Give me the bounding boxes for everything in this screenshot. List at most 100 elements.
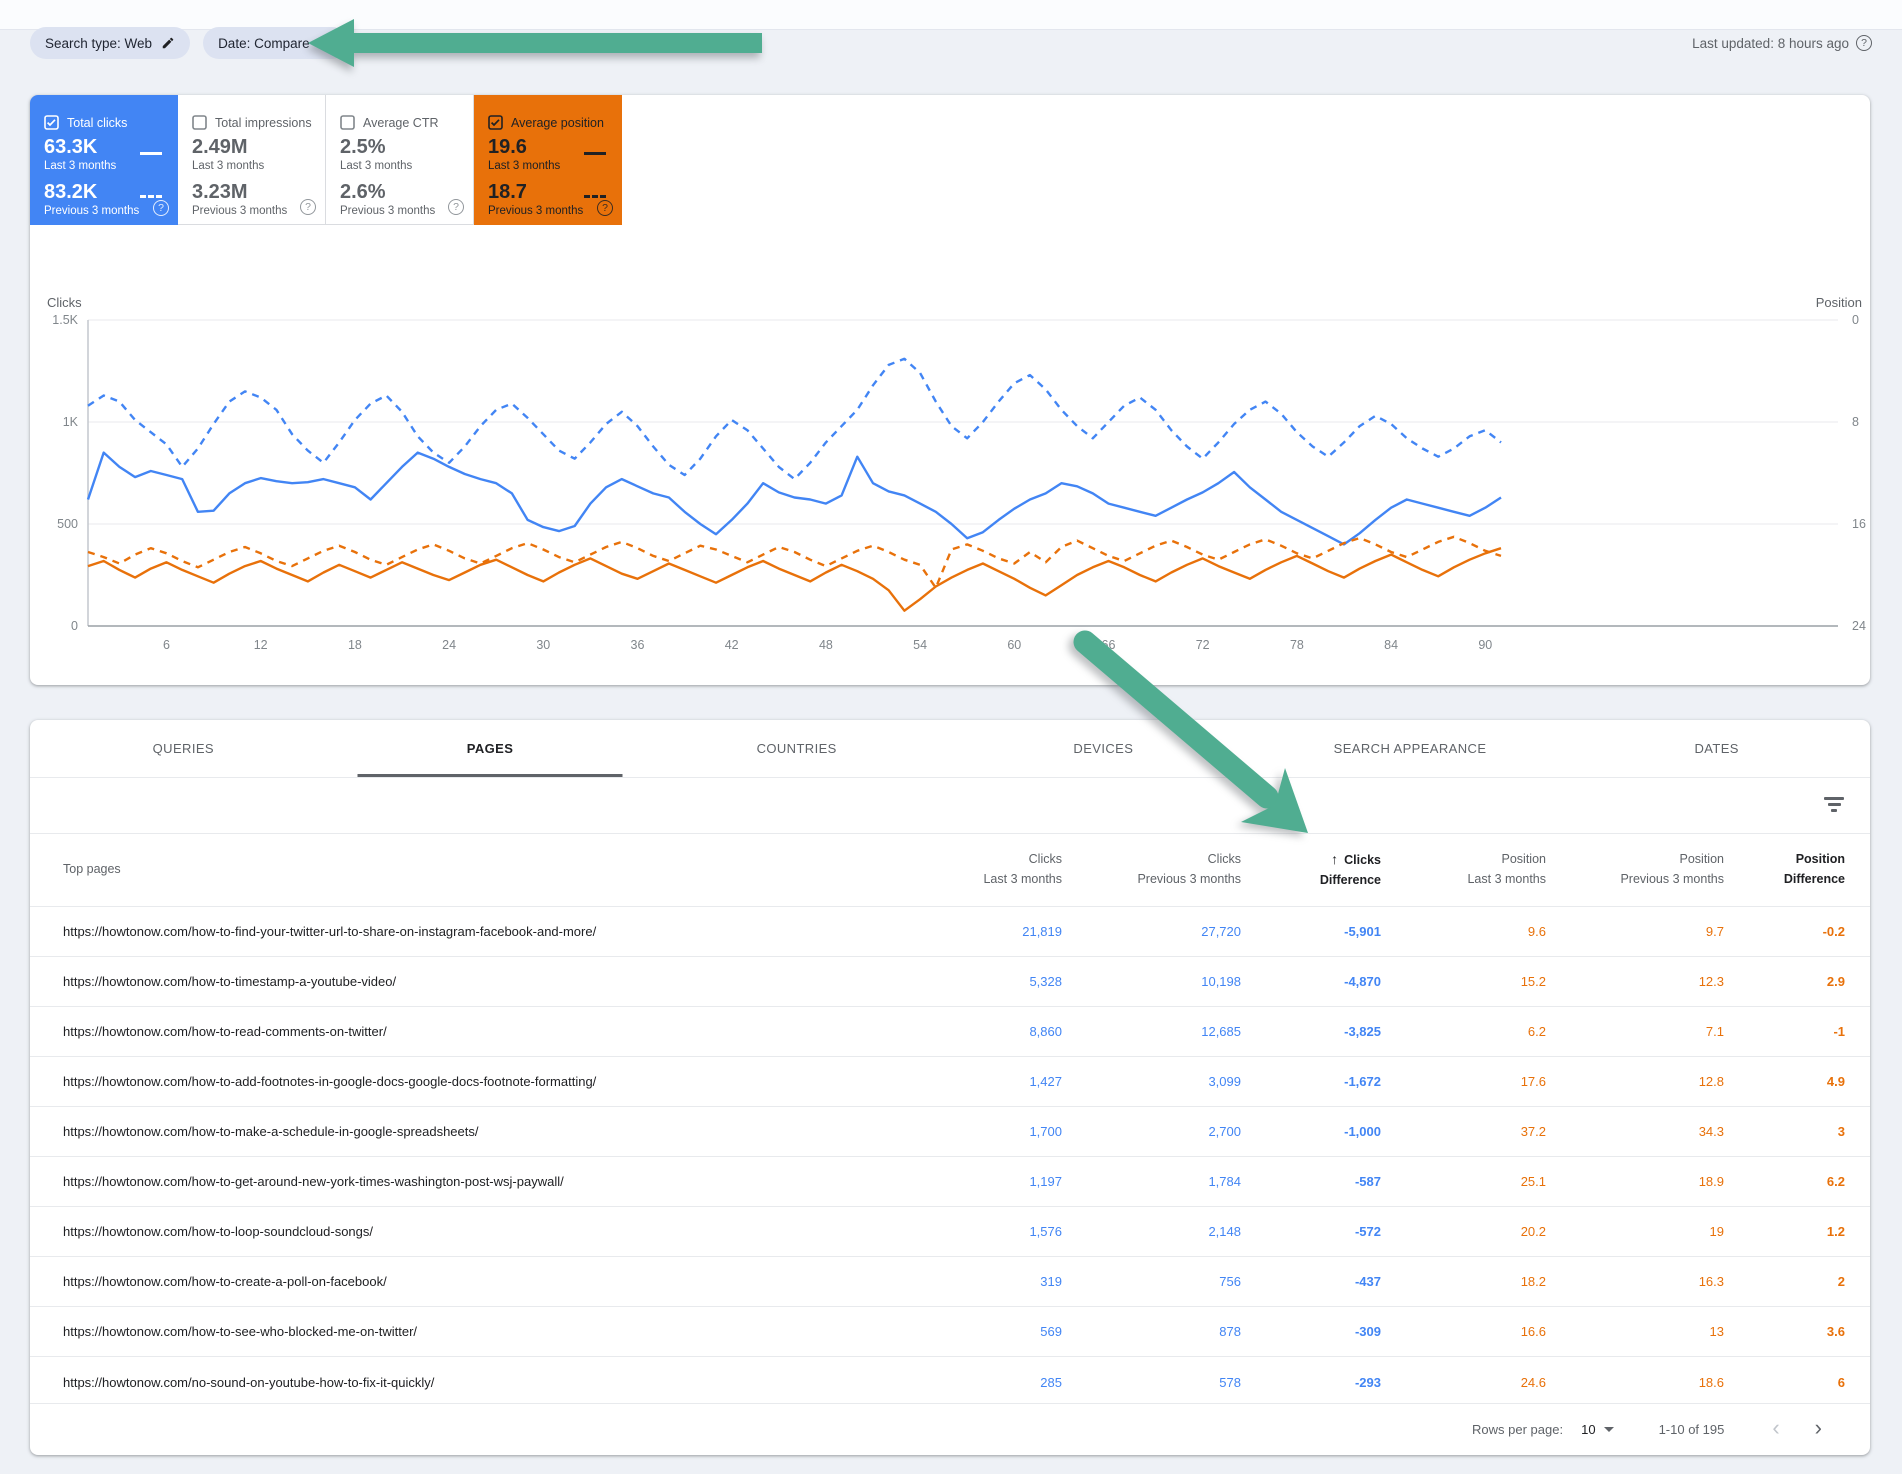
position-previous-3-months-cell: 9.7	[1546, 907, 1724, 957]
solid-line-sample	[584, 152, 606, 155]
position-last-3-months-cell: 24.6	[1381, 1357, 1546, 1407]
column-header-clicks-difference[interactable]: ↑ClicksDifference	[1241, 834, 1381, 907]
table-row: https://howtonow.com/how-to-see-who-bloc…	[30, 1307, 1870, 1357]
position-last-3-months-cell: 9.6	[1381, 907, 1546, 957]
tile-help-icon[interactable]: ?	[300, 199, 316, 215]
metric-tile-average-ctr[interactable]: Average CTR2.5%Last 3 months2.6%Previous…	[326, 95, 474, 225]
page-url-cell[interactable]: https://howtonow.com/how-to-find-your-tw…	[30, 907, 882, 957]
svg-text:24: 24	[442, 638, 456, 652]
svg-text:78: 78	[1290, 638, 1304, 652]
metric-tile-total-impressions[interactable]: Total impressions2.49MLast 3 months3.23M…	[178, 95, 326, 225]
tile-help-icon[interactable]: ?	[597, 200, 613, 216]
tile-label: Average CTR	[363, 116, 439, 130]
clicks-previous-3-months-cell: 12,685	[1062, 1007, 1241, 1057]
clicks-difference-cell: -572	[1241, 1207, 1381, 1257]
top-strip	[0, 0, 1902, 30]
previous-page-button[interactable]: ‹	[1772, 1417, 1779, 1442]
page-url-cell[interactable]: https://howtonow.com/how-to-read-comment…	[30, 1007, 882, 1057]
tab-queries[interactable]: QUERIES	[30, 720, 337, 777]
column-header-position-previous-3-months[interactable]: PositionPrevious 3 months	[1546, 834, 1724, 907]
unchecked-checkbox-icon	[192, 115, 207, 130]
clicks-previous-3-months-cell: 10,198	[1062, 957, 1241, 1007]
table-row: https://howtonow.com/no-sound-on-youtube…	[30, 1357, 1870, 1407]
position-difference-cell: 6	[1724, 1357, 1870, 1407]
tile-label: Total impressions	[215, 116, 312, 130]
position-last-3-months-cell: 6.2	[1381, 1007, 1546, 1057]
tile-period-last: Last 3 months	[44, 161, 178, 173]
top-pages-header[interactable]: Top pages	[30, 834, 882, 907]
svg-text:1K: 1K	[63, 415, 79, 429]
clicks-last-3-months-cell: 1,197	[882, 1157, 1062, 1207]
page-url-cell[interactable]: https://howtonow.com/how-to-create-a-pol…	[30, 1257, 882, 1307]
clicks-last-3-months-cell: 285	[882, 1357, 1062, 1407]
position-difference-cell: 3.6	[1724, 1307, 1870, 1357]
tile-period-last: Last 3 months	[340, 161, 473, 173]
column-header-position-last-3-months[interactable]: PositionLast 3 months	[1381, 834, 1546, 907]
next-page-button[interactable]: ›	[1815, 1417, 1822, 1442]
page-url-cell[interactable]: https://howtonow.com/how-to-loop-soundcl…	[30, 1207, 882, 1257]
svg-text:72: 72	[1196, 638, 1210, 652]
pagination-range: 1-10 of 195	[1659, 1422, 1725, 1437]
page-url-cell[interactable]: https://howtonow.com/how-to-timestamp-a-…	[30, 957, 882, 1007]
svg-text:48: 48	[819, 638, 833, 652]
tab-devices[interactable]: DEVICES	[950, 720, 1257, 777]
date-compare-chip[interactable]: Date: Compare	[203, 27, 348, 59]
search-type-chip-label: Search type: Web	[45, 36, 152, 51]
position-last-3-months-cell: 20.2	[1381, 1207, 1546, 1257]
svg-text:Position: Position	[1816, 295, 1862, 310]
position-difference-cell: 3	[1724, 1107, 1870, 1157]
page-url-cell[interactable]: https://howtonow.com/how-to-get-around-n…	[30, 1157, 882, 1207]
page-url-cell[interactable]: https://howtonow.com/how-to-make-a-sched…	[30, 1107, 882, 1157]
help-icon[interactable]: ?	[1856, 35, 1872, 51]
tile-value-last: 2.5%	[340, 137, 473, 157]
tab-countries[interactable]: COUNTRIES	[643, 720, 950, 777]
tab-search-appearance[interactable]: SEARCH APPEARANCE	[1257, 720, 1564, 777]
svg-text:16: 16	[1852, 517, 1866, 531]
table-row: https://howtonow.com/how-to-find-your-tw…	[30, 907, 1870, 957]
position-last-3-months-cell: 17.6	[1381, 1057, 1546, 1107]
clicks-previous-3-months-cell: 878	[1062, 1307, 1241, 1357]
position-previous-3-months-cell: 19	[1546, 1207, 1724, 1257]
column-header-clicks-previous-3-months[interactable]: ClicksPrevious 3 months	[1062, 834, 1241, 907]
svg-text:90: 90	[1478, 638, 1492, 652]
metric-tile-average-position[interactable]: Average position19.6Last 3 months18.7Pre…	[474, 95, 622, 225]
search-type-chip[interactable]: Search type: Web	[30, 27, 190, 59]
position-last-3-months-cell: 18.2	[1381, 1257, 1546, 1307]
filter-icon[interactable]	[1824, 797, 1844, 815]
sort-ascending-icon: ↑	[1331, 851, 1338, 867]
tile-label: Average position	[511, 116, 604, 130]
column-header-position-difference[interactable]: PositionDifference	[1724, 834, 1870, 907]
page-url-cell[interactable]: https://howtonow.com/how-to-see-who-bloc…	[30, 1307, 882, 1357]
svg-text:1.5K: 1.5K	[52, 313, 78, 327]
svg-text:30: 30	[536, 638, 550, 652]
tab-pages[interactable]: PAGES	[337, 720, 644, 777]
position-previous-3-months-cell: 18.6	[1546, 1357, 1724, 1407]
rows-per-page-select[interactable]: 10	[1581, 1422, 1613, 1437]
position-previous-3-months-cell: 7.1	[1546, 1007, 1724, 1057]
clicks-last-3-months-cell: 5,328	[882, 957, 1062, 1007]
clicks-difference-cell: -1,000	[1241, 1107, 1381, 1157]
tile-value-previous: 18.7	[488, 182, 622, 202]
page-url-cell[interactable]: https://howtonow.com/how-to-add-footnote…	[30, 1057, 882, 1107]
tile-help-icon[interactable]: ?	[448, 199, 464, 215]
position-difference-cell: 6.2	[1724, 1157, 1870, 1207]
tile-help-icon[interactable]: ?	[153, 200, 169, 216]
page-url-cell[interactable]: https://howtonow.com/no-sound-on-youtube…	[30, 1357, 882, 1407]
position-last-3-months-cell: 37.2	[1381, 1107, 1546, 1157]
checked-checkbox-icon	[488, 115, 503, 130]
clicks-difference-cell: -1,672	[1241, 1057, 1381, 1107]
clicks-previous-3-months-cell: 1,784	[1062, 1157, 1241, 1207]
position-last-3-months-cell: 25.1	[1381, 1157, 1546, 1207]
tab-dates[interactable]: DATES	[1563, 720, 1870, 777]
clicks-difference-cell: -587	[1241, 1157, 1381, 1207]
metric-tile-total-clicks[interactable]: Total clicks63.3KLast 3 months83.2KPrevi…	[30, 95, 178, 225]
search-console-performance-page: Search type: Web Date: Compare Last upda…	[0, 0, 1902, 1474]
column-header-clicks-last-3-months[interactable]: ClicksLast 3 months	[882, 834, 1062, 907]
position-difference-cell: 1.2	[1724, 1207, 1870, 1257]
clicks-last-3-months-cell: 569	[882, 1307, 1062, 1357]
date-compare-chip-label: Date: Compare	[218, 36, 310, 51]
position-last-3-months-cell: 15.2	[1381, 957, 1546, 1007]
last-updated-status: Last updated: 8 hours ago ?	[1692, 35, 1872, 51]
svg-text:0: 0	[1852, 313, 1859, 327]
chart-line-clicks---previous-3-months	[88, 359, 1501, 479]
